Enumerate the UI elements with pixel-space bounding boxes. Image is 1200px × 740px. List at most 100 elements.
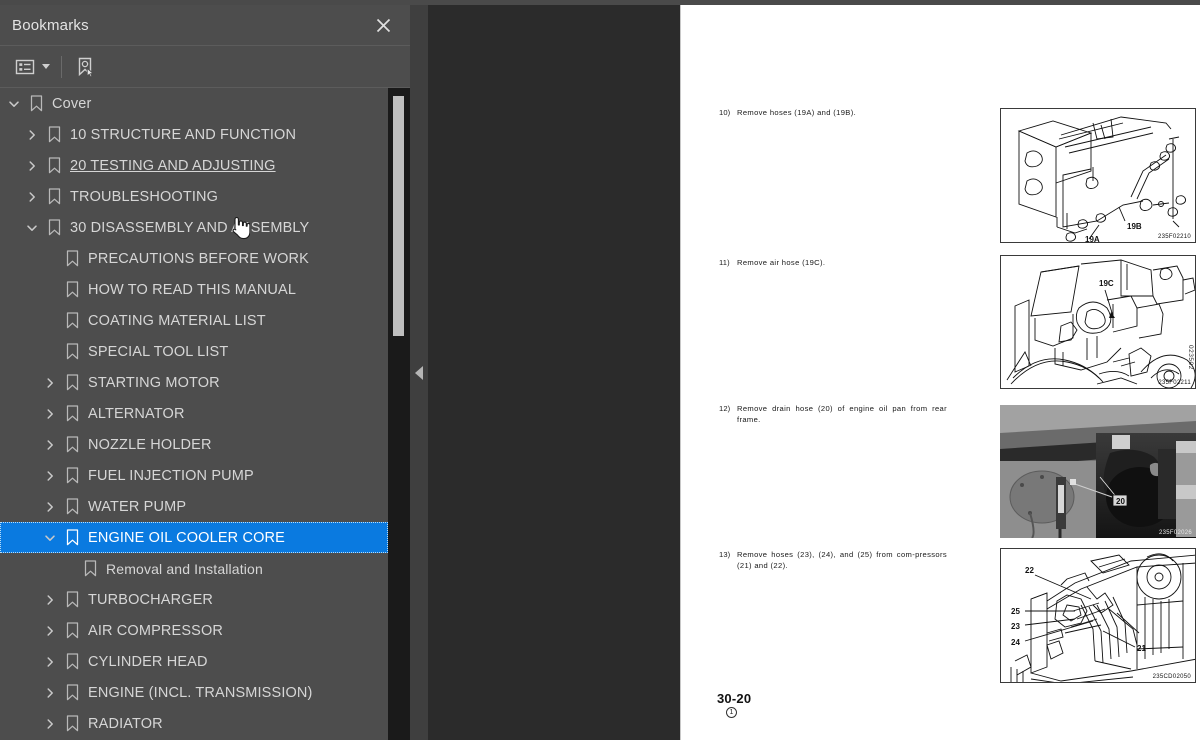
new-bookmark-icon[interactable] (72, 54, 100, 80)
page-marker: 1 (726, 707, 737, 718)
bookmark-tree-item[interactable]: ALTERNATOR (0, 398, 388, 429)
step-text: Remove hoses (23), (24), and (25) from c… (737, 550, 947, 570)
bookmark-item-label: TURBOCHARGER (88, 591, 214, 608)
svg-text:19C: 19C (1099, 279, 1114, 288)
chevron-right-icon[interactable] (42, 406, 58, 422)
chevron-down-icon (42, 64, 50, 69)
bookmark-icon (64, 405, 80, 423)
figure-code: 235CD02050 (1152, 674, 1191, 680)
bookmark-tree-item[interactable]: SPECIAL TOOL LIST (0, 336, 388, 367)
bookmark-tree-item[interactable]: FUEL INJECTION PUMP (0, 460, 388, 491)
figure-image: 19C 235F02211 (1000, 255, 1196, 389)
chevron-right-icon[interactable] (42, 685, 58, 701)
bookmark-item-label: COATING MATERIAL LIST (88, 312, 266, 329)
bookmark-icon (64, 250, 80, 268)
bookmarks-scrollbar-track[interactable] (388, 88, 410, 740)
bookmark-tree-item[interactable]: AIR COMPRESSOR (0, 615, 388, 646)
bookmark-icon (28, 95, 44, 113)
bookmark-item-label: FUEL INJECTION PUMP (88, 467, 254, 484)
svg-text:23: 23 (1011, 622, 1020, 631)
bookmark-icon (46, 157, 62, 175)
bookmark-tree-item[interactable]: COATING MATERIAL LIST (0, 305, 388, 336)
panel-title: Bookmarks (12, 16, 89, 34)
bookmarks-panel-header: Bookmarks (0, 5, 410, 46)
bookmark-icon (64, 374, 80, 392)
collapse-left-arrow-icon[interactable] (415, 365, 423, 380)
step-text: Remove drain hose (20) of engine oil pan… (737, 404, 947, 424)
bookmark-icon (46, 126, 62, 144)
chevron-right-icon[interactable] (42, 437, 58, 453)
svg-text:21: 21 (1137, 644, 1146, 653)
bookmark-tree-item[interactable]: 10 STRUCTURE AND FUNCTION (0, 119, 388, 150)
bookmark-item-label: 10 STRUCTURE AND FUNCTION (70, 126, 297, 143)
bookmark-item-label: ENGINE OIL COOLER CORE (88, 529, 285, 546)
chevron-right-icon[interactable] (42, 468, 58, 484)
bookmark-item-label: SPECIAL TOOL LIST (88, 343, 229, 360)
bookmark-tree-item[interactable]: 20 TESTING AND ADJUSTING (0, 150, 388, 181)
bookmarks-scrollbar-thumb[interactable] (393, 96, 404, 336)
svg-text:22: 22 (1025, 566, 1034, 575)
chevron-down-icon[interactable] (24, 220, 40, 236)
bookmark-icon (64, 715, 80, 733)
bookmark-item-label: 30 DISASSEMBLY AND ASSEMBLY (70, 219, 310, 236)
bookmark-tree-item[interactable]: 30 DISASSEMBLY AND ASSEMBLY (0, 212, 388, 243)
step-number: 10) (719, 108, 731, 117)
chevron-right-icon[interactable] (24, 189, 40, 205)
bookmarks-tree-container: Cover 10 STRUCTURE AND FUNCTION 20 TESTING… (0, 88, 410, 740)
bookmark-item-label: NOZZLE HOLDER (88, 436, 212, 453)
bookmark-icon (64, 281, 80, 299)
bookmark-tree-item[interactable]: PRECAUTIONS BEFORE WORK (0, 243, 388, 274)
figure-photo: 20 235F02026 (1000, 405, 1196, 538)
bookmark-item-label: WATER PUMP (88, 498, 187, 515)
bookmark-tree-item[interactable]: ENGINE OIL COOLER CORE (0, 522, 388, 553)
chevron-down-icon[interactable] (42, 530, 58, 546)
list-options-icon[interactable] (12, 54, 53, 80)
chevron-right-icon[interactable] (42, 654, 58, 670)
chevron-right-icon[interactable] (42, 592, 58, 608)
bookmark-tree-item[interactable]: STARTING MOTOR (0, 367, 388, 398)
step-number: 11) (719, 258, 730, 267)
bookmark-tree-item[interactable]: CYLINDER HEAD (0, 646, 388, 677)
chevron-right-icon[interactable] (42, 623, 58, 639)
panel-splitter[interactable] (410, 5, 428, 740)
figure-callout: 19A (1085, 235, 1100, 243)
figure-code: 235F02026 (1158, 530, 1192, 536)
bookmark-tree-item[interactable]: Cover (0, 88, 388, 119)
bookmark-icon (64, 498, 80, 516)
step-number: 12) (719, 404, 731, 413)
close-icon[interactable] (372, 14, 394, 36)
chevron-down-icon[interactable] (6, 96, 22, 112)
bookmark-icon (64, 591, 80, 609)
bookmark-tree-item[interactable]: HOW TO READ THIS MANUAL (0, 274, 388, 305)
bookmark-icon (46, 219, 62, 237)
bookmark-item-label: Cover (52, 95, 92, 112)
bookmark-icon (64, 467, 80, 485)
chevron-right-icon[interactable] (42, 375, 58, 391)
svg-text:25: 25 (1011, 607, 1020, 616)
svg-text:19B: 19B (1127, 222, 1142, 231)
bookmarks-panel: Bookmarks Cover 10 STRUCTURE AND FUNCTIO… (0, 5, 410, 740)
bookmark-tree-item[interactable]: ENGINE (INCL. TRANSMISSION) (0, 677, 388, 708)
bookmark-icon (64, 343, 80, 361)
svg-text:24: 24 (1011, 638, 1020, 647)
bookmark-item-label: 20 TESTING AND ADJUSTING (70, 157, 276, 174)
bookmark-icon (64, 684, 80, 702)
chevron-right-icon[interactable] (42, 499, 58, 515)
figure-image: 19A 19B 235F02210 (1000, 108, 1196, 243)
chevron-right-icon[interactable] (24, 127, 40, 143)
bookmark-tree-item[interactable]: NOZZLE HOLDER (0, 429, 388, 460)
figure-code: 235F02211 (1158, 380, 1191, 386)
document-viewer[interactable]: 10) Remove hoses (19A) and (19B). 19A 19… (428, 5, 1200, 740)
bookmark-tree-item[interactable]: TROUBLESHOOTING (0, 181, 388, 212)
bookmark-icon (82, 560, 98, 578)
chevron-right-icon[interactable] (42, 716, 58, 732)
bookmark-tree-item[interactable]: TURBOCHARGER (0, 584, 388, 615)
bookmark-item-label: Removal and Installation (106, 560, 263, 577)
bookmark-tree-item[interactable]: Removal and Installation (0, 553, 388, 584)
bookmark-item-label: TROUBLESHOOTING (70, 188, 219, 205)
bookmark-tree-item[interactable]: WATER PUMP (0, 491, 388, 522)
bookmark-tree-item[interactable]: RADIATOR (0, 708, 388, 739)
bookmark-item-label: STARTING MOTOR (88, 374, 220, 391)
bookmark-item-label: ENGINE (INCL. TRANSMISSION) (88, 684, 313, 701)
chevron-right-icon[interactable] (24, 158, 40, 174)
